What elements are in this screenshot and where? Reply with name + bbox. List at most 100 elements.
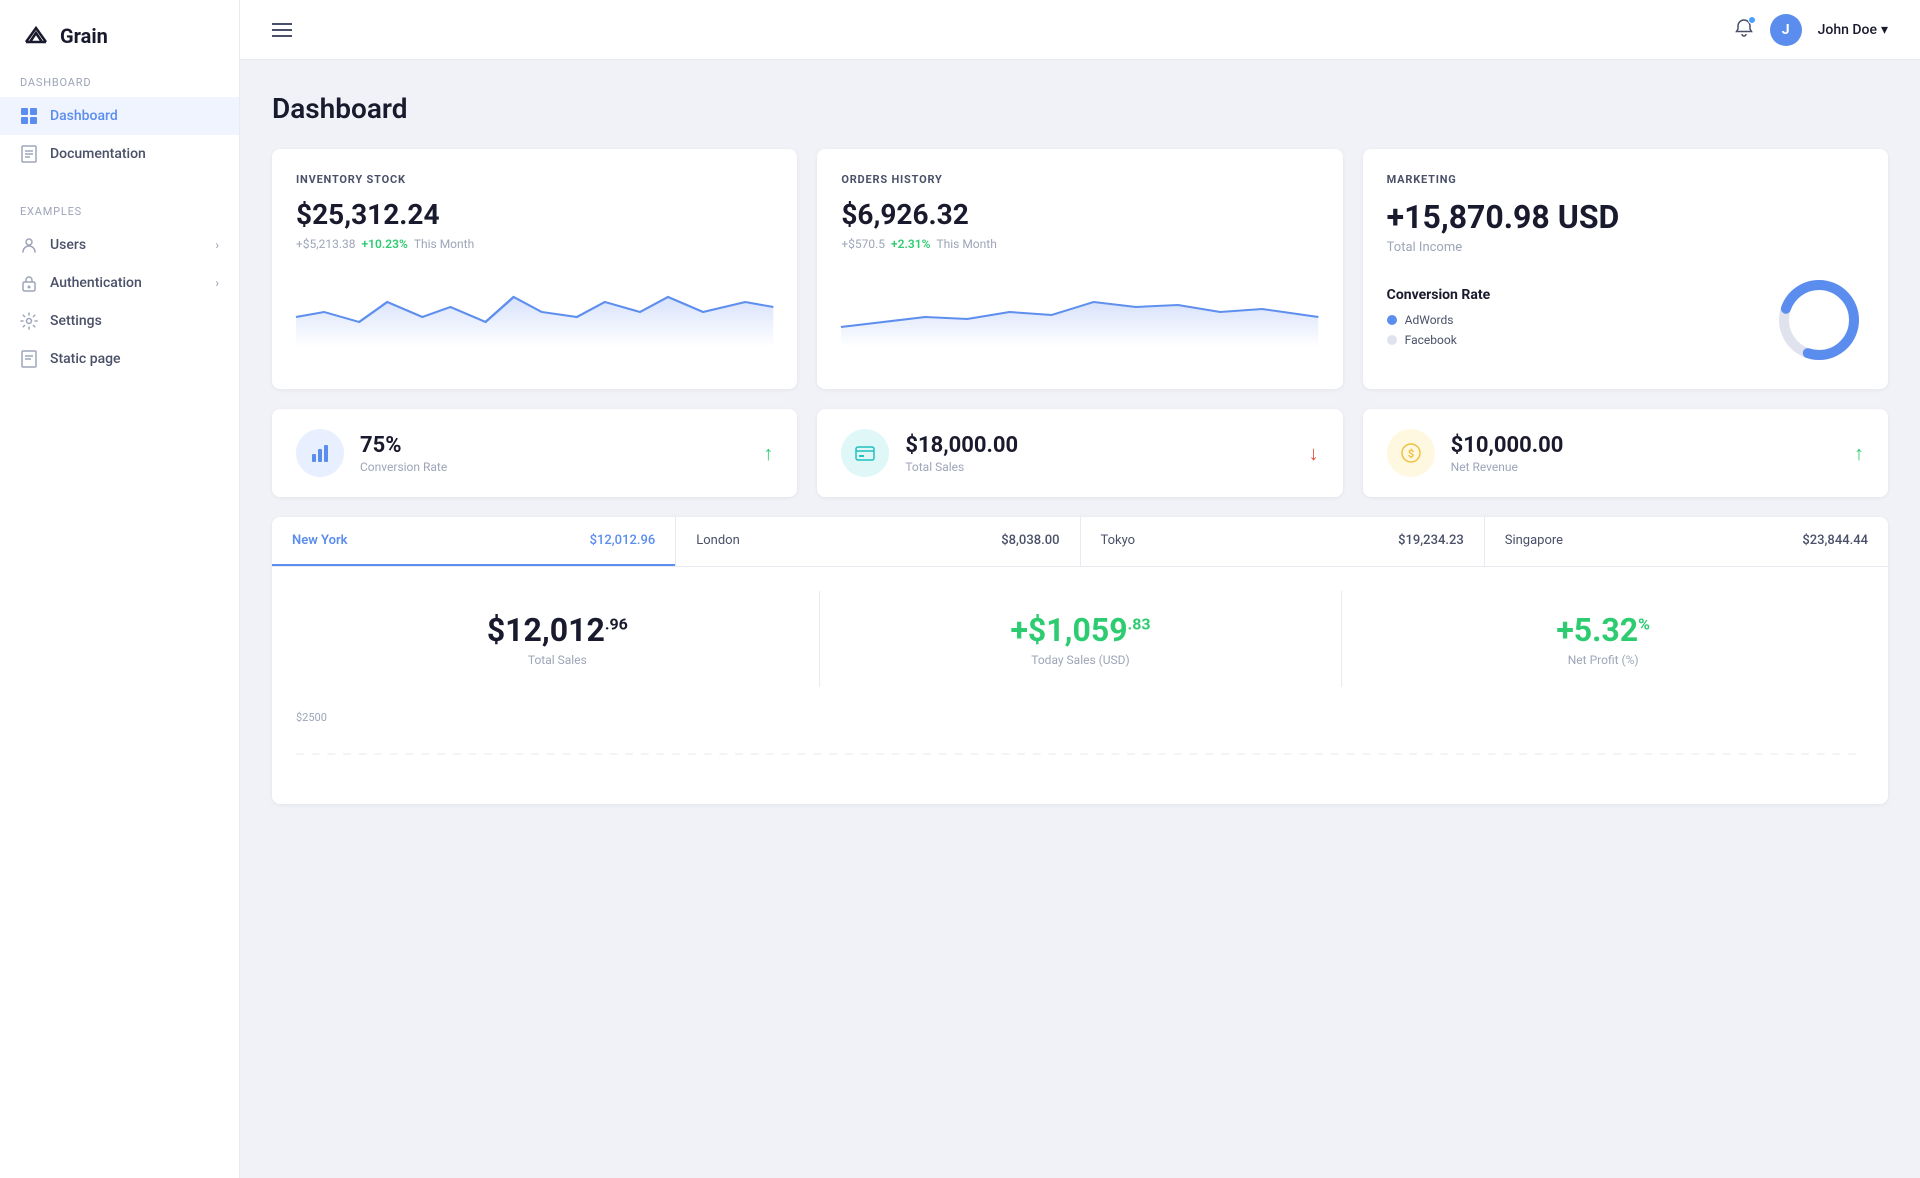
dashboard-icon [20, 107, 38, 125]
sidebar-item-settings[interactable]: Settings [0, 302, 239, 340]
sidebar-item-authentication-label: Authentication [50, 275, 142, 291]
user-name-display[interactable]: John Doe ▾ [1818, 22, 1888, 38]
users-icon [20, 236, 38, 254]
static-page-icon [20, 350, 38, 368]
orders-card: ORDERS HISTORY $6,926.32 +$570.5 +2.31% … [817, 149, 1342, 389]
location-total-sales-sup: .96 [605, 614, 628, 633]
header-right: J John Doe ▾ [1734, 14, 1888, 46]
logo-text: Grain [60, 24, 108, 48]
total-sales-label: Total Sales [905, 460, 1292, 474]
adwords-label: AdWords [1405, 313, 1454, 327]
conversion-value: 75% [360, 433, 747, 458]
notification-dot [1748, 16, 1756, 24]
content-area: Dashboard INVENTORY STOCK $25,312.24 +$5… [240, 60, 1920, 1178]
location-net-profit-sup: % [1638, 614, 1650, 633]
header-left [272, 23, 292, 37]
sidebar-item-documentation[interactable]: Documentation [0, 135, 239, 173]
documentation-icon [20, 145, 38, 163]
marketing-title: MARKETING [1387, 173, 1864, 186]
net-revenue-value: $10,000.00 [1451, 433, 1838, 458]
authentication-icon [20, 274, 38, 292]
location-content: $12,012.96 Total Sales +$1,059.83 Today … [272, 567, 1888, 711]
tab-tokyo[interactable]: Tokyo $19,234.23 [1081, 517, 1484, 566]
sidebar-item-users[interactable]: Users › [0, 226, 239, 264]
orders-change-percent: +2.31% [891, 237, 930, 251]
conversion-left: Conversion Rate AdWords Facebook [1387, 287, 1490, 353]
conversion-title: Conversion Rate [1387, 287, 1490, 303]
hamburger-line-2 [272, 29, 292, 31]
hamburger-line-3 [272, 35, 292, 37]
tab-london[interactable]: London $8,038.00 [676, 517, 1079, 566]
svg-text:$: $ [1408, 448, 1414, 461]
inventory-title: INVENTORY STOCK [296, 173, 773, 186]
avatar: J [1770, 14, 1802, 46]
tab-tokyo-value: $19,234.23 [1398, 533, 1464, 548]
metrics-row: INVENTORY STOCK $25,312.24 +$5,213.38 +1… [272, 149, 1888, 389]
tab-london-value: $8,038.00 [1001, 533, 1059, 548]
location-total-sales-value: $12,012.96 [316, 611, 799, 649]
sidebar-item-documentation-label: Documentation [50, 146, 146, 162]
card-icon [854, 442, 876, 464]
users-chevron-icon: › [215, 238, 219, 252]
tab-new-york-value: $12,012.96 [590, 533, 656, 548]
location-stat-total-sales: $12,012.96 Total Sales [296, 591, 819, 687]
location-stat-today-sales: +$1,059.83 Today Sales (USD) [819, 591, 1342, 687]
sidebar: Grain Dashboard Dashboard Documentation … [0, 0, 240, 1178]
sidebar-item-dashboard[interactable]: Dashboard [0, 97, 239, 135]
marketing-income-label: Total Income [1387, 240, 1864, 255]
total-sales-value: $18,000.00 [905, 433, 1292, 458]
dollar-icon: $ [1400, 442, 1422, 464]
location-total-sales-label: Total Sales [316, 653, 799, 667]
inventory-card: INVENTORY STOCK $25,312.24 +$5,213.38 +1… [272, 149, 797, 389]
main-area: J John Doe ▾ Dashboard INVENTORY STOCK $… [240, 0, 1920, 1178]
tab-tokyo-label: Tokyo [1101, 533, 1136, 548]
conversion-section: Conversion Rate AdWords Facebook [1387, 275, 1864, 365]
inventory-change-period: This Month [414, 237, 474, 251]
donut-chart [1774, 275, 1864, 365]
stat-card-total-sales: $18,000.00 Total Sales ↓ [817, 409, 1342, 497]
stats-row: 75% Conversion Rate ↑ $18,000.00 Total S… [272, 409, 1888, 497]
net-revenue-trend-icon: ↑ [1854, 441, 1864, 466]
hamburger-menu[interactable] [272, 23, 292, 37]
inventory-change: +$5,213.38 +10.23% This Month [296, 237, 773, 251]
conversion-icon-bg [296, 429, 344, 477]
authentication-chevron-icon: › [215, 276, 219, 290]
orders-value: $6,926.32 [841, 198, 1318, 231]
facebook-dot [1387, 335, 1397, 345]
inventory-value: $25,312.24 [296, 198, 773, 231]
tab-new-york[interactable]: New York $12,012.96 [272, 517, 675, 566]
sidebar-item-dashboard-label: Dashboard [50, 108, 118, 124]
orders-change: +$570.5 +2.31% This Month [841, 237, 1318, 251]
location-card: New York $12,012.96 London $8,038.00 Tok… [272, 517, 1888, 804]
net-revenue-text: $10,000.00 Net Revenue [1451, 433, 1838, 474]
tab-singapore[interactable]: Singapore $23,844.44 [1485, 517, 1888, 566]
sidebar-item-static-page-label: Static page [50, 351, 121, 367]
header: J John Doe ▾ [240, 0, 1920, 60]
sidebar-item-authentication[interactable]: Authentication › [0, 264, 239, 302]
legend-facebook: Facebook [1387, 333, 1490, 347]
orders-change-period: This Month [936, 237, 996, 251]
location-net-profit-label: Net Profit (%) [1362, 653, 1844, 667]
location-tabs: New York $12,012.96 London $8,038.00 Tok… [272, 517, 1888, 567]
location-net-profit-value: +5.32% [1362, 611, 1844, 649]
location-chart-section: $2500 [272, 711, 1888, 804]
hamburger-line-1 [272, 23, 292, 25]
location-mini-chart [296, 724, 1864, 784]
adwords-dot [1387, 315, 1397, 325]
net-revenue-icon-bg: $ [1387, 429, 1435, 477]
location-today-sales-value: +$1,059.83 [840, 611, 1322, 649]
total-sales-icon-bg [841, 429, 889, 477]
settings-icon [20, 312, 38, 330]
orders-title: ORDERS HISTORY [841, 173, 1318, 186]
marketing-value: +15,870.98 USD [1387, 198, 1864, 236]
inventory-change-amount: +$5,213.38 [296, 237, 356, 251]
notification-bell[interactable] [1734, 18, 1754, 42]
tab-london-label: London [696, 533, 740, 548]
net-revenue-label: Net Revenue [1451, 460, 1838, 474]
sidebar-section-dashboard: Dashboard [0, 76, 239, 97]
sidebar-item-static-page[interactable]: Static page [0, 340, 239, 378]
location-today-sales-sup: .83 [1128, 614, 1151, 633]
sidebar-section-examples: Examples [0, 205, 239, 226]
chart-value-label: $2500 [296, 711, 1864, 724]
inventory-change-percent: +10.23% [362, 237, 408, 251]
